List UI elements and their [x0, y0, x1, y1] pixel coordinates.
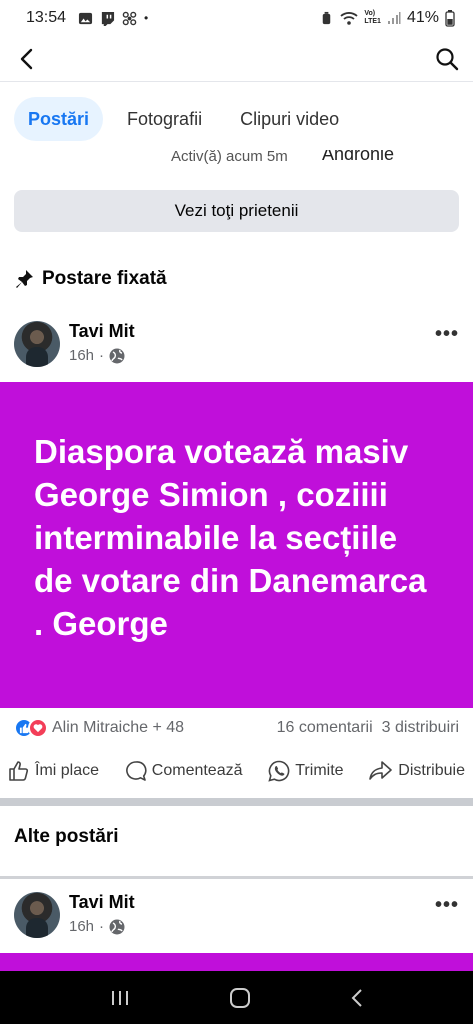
comment-icon [125, 761, 147, 781]
post-header: Tavi Mit 16h · ••• [14, 321, 459, 369]
more-options-icon[interactable]: ••• [435, 323, 459, 346]
share-icon [369, 761, 393, 780]
post-header: Tavi Mit 16h · ••• [14, 892, 459, 940]
back-icon[interactable] [350, 988, 364, 1008]
send-button[interactable]: Trimite [268, 760, 344, 782]
section-divider [0, 798, 473, 806]
shares-count[interactable]: 3 distribuiri [382, 719, 459, 737]
twitch-icon [101, 11, 115, 26]
pin-icon [16, 270, 33, 288]
post-text-card[interactable] [0, 953, 473, 971]
reactors-text[interactable]: Alin Mitraiche + 48 [52, 719, 184, 737]
post-time[interactable]: 16h [69, 347, 94, 364]
send-label: Trimite [295, 762, 344, 779]
avatar[interactable] [14, 321, 60, 367]
signal-icon [387, 12, 401, 24]
home-icon[interactable] [229, 987, 251, 1009]
tab-posts[interactable]: Postări [14, 97, 104, 141]
alarm-icon [323, 11, 331, 24]
search-icon[interactable] [435, 47, 459, 71]
dot-separator: · [99, 347, 105, 364]
post-meta: 16h · [69, 918, 125, 935]
battery-percent: 41% [406, 9, 439, 26]
like-button[interactable]: Îmi place [8, 760, 99, 782]
dot-separator: · [99, 918, 105, 935]
network-label: Vo) LTE1 [364, 10, 381, 25]
profile-tabs: Postări Fotografii Clipuri video [0, 96, 473, 142]
comment-label: Comentează [151, 762, 243, 779]
globe-icon [109, 348, 125, 363]
reaction-icons[interactable] [14, 718, 48, 738]
friend-activity: Activ(ă) acum 5m [171, 150, 288, 165]
pinned-label: Postare fixată [42, 268, 167, 289]
tab-videos[interactable]: Clipuri video [226, 97, 353, 141]
post-text-card[interactable]: Diaspora votează masiv George Simion , c… [0, 382, 473, 708]
more-options-icon[interactable]: ••• [435, 894, 459, 917]
see-all-friends-button[interactable]: Vezi toţi prietenii [14, 190, 459, 232]
recent-apps-icon[interactable] [110, 989, 130, 1007]
status-bar: 13:54 • Vo) LTE1 41% [0, 0, 473, 36]
comments-count[interactable]: 16 comentarii [277, 719, 373, 737]
divider [0, 876, 473, 879]
pinned-post-heading: Postare fixată [14, 268, 167, 290]
back-arrow-icon[interactable] [16, 48, 38, 70]
comment-button[interactable]: Comentează [125, 760, 243, 782]
battery-icon [445, 9, 455, 27]
post-meta: 16h · [69, 347, 125, 364]
post-text: Diaspora votează masiv George Simion , c… [34, 433, 427, 642]
top-navigation [0, 36, 473, 82]
share-label: Distribuie [398, 762, 465, 779]
author-name[interactable]: Tavi Mit [69, 892, 135, 913]
post-actions: Îmi place Comentează Trimite Distribuie [0, 754, 473, 788]
love-reaction-icon [28, 718, 48, 738]
thumbs-up-icon [9, 761, 29, 781]
other-posts-heading: Alte postări [14, 826, 119, 847]
author-name[interactable]: Tavi Mit [69, 321, 135, 342]
dot-icon: • [144, 11, 149, 25]
avatar[interactable] [14, 892, 60, 938]
share-button[interactable]: Distribuie [369, 760, 465, 782]
post-time[interactable]: 16h [69, 918, 94, 935]
status-time: 13:54 [26, 9, 67, 26]
reactions-summary: Alin Mitraiche + 48 16 comentarii 3 dist… [14, 716, 459, 740]
like-label: Îmi place [35, 762, 100, 779]
system-navigation-bar [0, 971, 473, 1024]
tab-photos[interactable]: Fotografii [113, 97, 216, 141]
pinwheel-icon [122, 11, 137, 25]
gallery-icon [78, 12, 93, 24]
wifi-icon [340, 11, 358, 25]
friend-name[interactable]: Andronie [322, 150, 394, 165]
whatsapp-icon [268, 760, 290, 782]
globe-icon [109, 919, 125, 934]
friends-peek: Activ(ă) acum 5m Andronie [0, 150, 473, 168]
